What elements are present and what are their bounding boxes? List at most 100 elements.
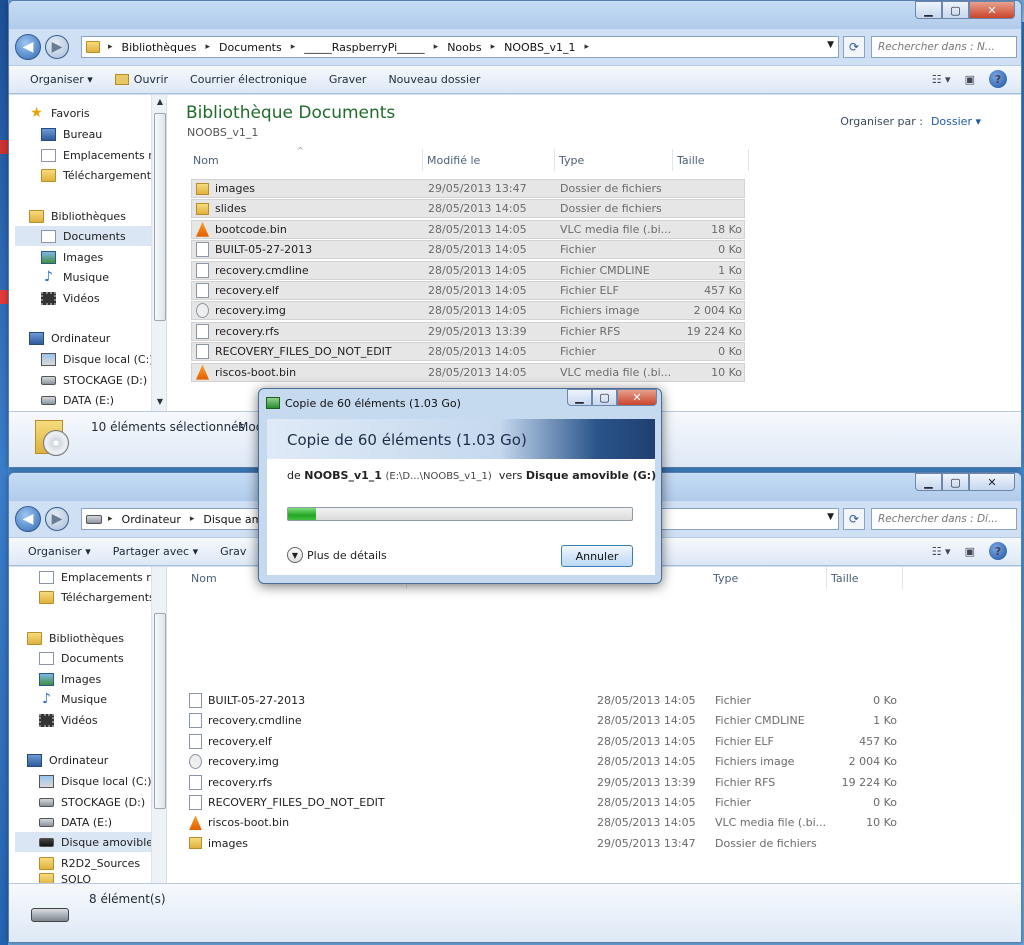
burn-button[interactable]: Grav — [220, 545, 246, 558]
nav-recent-places[interactable]: Emplacements ré — [41, 145, 166, 165]
nav-documents[interactable]: Documents — [39, 648, 166, 668]
table-row[interactable]: recovery.img 28/05/2013 14:05 Fichiers ima… — [185, 752, 905, 771]
nav-storage-drive[interactable]: STOCKAGE (D:) — [41, 370, 166, 390]
nav-desktop[interactable]: Bureau — [41, 124, 166, 144]
organize-button[interactable]: Organiser ▾ — [30, 73, 93, 86]
table-row[interactable]: images 29/05/2013 13:47 Dossier de fichier… — [185, 834, 905, 853]
back-button[interactable]: ◀ — [15, 34, 41, 60]
table-row[interactable]: recovery.cmdline 28/05/2013 14:05 Fichier … — [185, 711, 905, 730]
arrange-by-dropdown[interactable]: Dossier ▾ — [931, 115, 981, 128]
view-options-icon[interactable]: ☷ ▾ — [932, 73, 951, 86]
table-row[interactable]: recovery.elf 28/05/2013 14:05 Fichier ELF 4… — [191, 281, 745, 300]
table-row[interactable]: RECOVERY_FILES_DO_NOT_EDIT 28/05/2013 14:… — [185, 793, 905, 812]
breadcrumb-item[interactable]: Bibliothèques — [122, 41, 197, 54]
nav-music[interactable]: ♪ Musique — [41, 267, 166, 287]
destination-link[interactable]: Disque amovible (G:) — [526, 469, 656, 482]
help-icon[interactable]: ? — [989, 70, 1007, 88]
nav-images[interactable]: Images — [41, 247, 166, 267]
nav-libraries[interactable]: Bibliothèques — [29, 206, 166, 226]
nav-scrollbar[interactable] — [151, 567, 166, 883]
nav-videos[interactable]: Vidéos — [39, 710, 166, 730]
table-row[interactable]: slides 28/05/2013 14:05 Dossier de fichier… — [191, 199, 745, 219]
refresh-button[interactable]: ⟳ — [843, 508, 865, 530]
forward-button[interactable]: ▶ — [45, 507, 69, 531]
search-input[interactable]: Rechercher dans : Di... — [871, 508, 1017, 530]
preview-pane-icon[interactable]: ▣ — [965, 73, 975, 86]
nav-local-disk[interactable]: Disque local (C:) — [39, 771, 166, 791]
share-with-button[interactable]: Partager avec ▾ — [113, 545, 198, 558]
nav-r2d2-sources[interactable]: R2D2_Sources — [39, 853, 166, 873]
column-header-size[interactable]: Taille — [673, 149, 749, 171]
nav-images[interactable]: Images — [39, 669, 166, 689]
table-row[interactable]: bootcode.bin 28/05/2013 14:05 VLC media fi… — [191, 219, 745, 239]
nav-computer[interactable]: Ordinateur — [27, 750, 166, 770]
column-header-size[interactable]: Taille — [827, 567, 903, 589]
source-folder-link[interactable]: NOOBS_v1_1 — [304, 469, 382, 482]
breadcrumb-item[interactable]: _____RaspberryPi_____ — [304, 41, 424, 54]
column-header-modified[interactable]: Modifié le — [423, 149, 555, 171]
chevron-right-icon[interactable]: ▸ — [434, 42, 439, 52]
nav-favorites[interactable]: ★ Favoris — [29, 103, 166, 123]
column-header-type[interactable]: Type — [555, 149, 673, 171]
breadcrumb-item[interactable]: Noobs — [447, 41, 481, 54]
nav-scrollbar[interactable]: ▲ ▼ — [151, 95, 166, 411]
column-header-name[interactable]: Nom ^ — [189, 146, 423, 171]
preview-pane-icon[interactable]: ▣ — [965, 545, 975, 558]
nav-local-disk[interactable]: Disque local (C:) — [41, 349, 166, 369]
nav-removable-disk[interactable]: Disque amovible — [15, 832, 151, 852]
table-row[interactable]: BUILT-05-27-2013 28/05/2013 14:05 Fichier 0… — [185, 691, 905, 710]
nav-downloads[interactable]: Téléchargements — [41, 165, 166, 185]
table-row[interactable]: RECOVERY_FILES_DO_NOT_EDIT 28/05/2013 14:… — [191, 342, 745, 362]
table-row[interactable]: recovery.rfs 29/05/2013 13:39 Fichier RFS 1… — [191, 321, 745, 341]
close-button[interactable]: ✕ — [617, 389, 657, 406]
minimize-button[interactable]: ▁ — [915, 1, 942, 19]
nav-storage-drive[interactable]: STOCKAGE (D:) — [39, 792, 166, 812]
nav-data-drive[interactable]: DATA (E:) — [39, 812, 166, 832]
chevron-down-icon[interactable]: ▼ — [827, 512, 834, 522]
chevron-right-icon[interactable]: ▸ — [291, 42, 296, 52]
minimize-button[interactable]: ▁ — [567, 389, 592, 406]
organize-button[interactable]: Organiser ▾ — [28, 545, 91, 558]
nav-documents[interactable]: Documents — [15, 226, 151, 246]
scroll-up-icon[interactable]: ▲ — [152, 97, 166, 106]
refresh-button[interactable]: ⟳ — [843, 36, 865, 58]
breadcrumb-item[interactable]: Documents — [219, 41, 282, 54]
scroll-down-icon[interactable]: ▼ — [152, 397, 166, 406]
title-bar[interactable]: ▁ ▢ ✕ — [9, 1, 1021, 29]
forward-button[interactable]: ▶ — [45, 35, 69, 59]
nav-solo[interactable]: SOLO — [39, 873, 166, 883]
help-icon[interactable]: ? — [989, 542, 1007, 560]
address-bar[interactable]: ▸ Bibliothèques ▸ Documents ▸ _____Raspber… — [81, 36, 839, 58]
nav-computer[interactable]: Ordinateur — [29, 328, 166, 348]
maximize-button[interactable]: ▢ — [942, 1, 969, 19]
close-button[interactable]: ✕ — [969, 473, 1015, 491]
nav-libraries[interactable]: Bibliothèques — [27, 628, 166, 648]
more-details-toggle[interactable]: ▼ Plus de détails — [287, 547, 387, 563]
close-button[interactable]: ✕ — [969, 1, 1015, 19]
maximize-button[interactable]: ▢ — [942, 473, 969, 491]
nav-downloads[interactable]: Téléchargements — [39, 587, 166, 607]
table-row[interactable]: recovery.rfs 29/05/2013 13:39 Fichier RFS 1… — [185, 773, 905, 792]
back-button[interactable]: ◀ — [15, 506, 41, 532]
email-button[interactable]: Courrier électronique — [190, 73, 307, 86]
new-folder-button[interactable]: Nouveau dossier — [388, 73, 480, 86]
chevron-right-icon[interactable]: ▸ — [190, 514, 195, 524]
nav-recent-places[interactable]: Emplacements ré — [39, 567, 166, 587]
breadcrumb-item[interactable]: NOOBS_v1_1 — [504, 41, 575, 54]
chevron-right-icon[interactable]: ▸ — [491, 42, 496, 52]
table-row[interactable]: BUILT-05-27-2013 28/05/2013 14:05 Fichier 0… — [191, 240, 745, 260]
chevron-right-icon[interactable]: ▸ — [205, 42, 210, 52]
nav-videos[interactable]: Vidéos — [41, 288, 166, 308]
view-options-icon[interactable]: ☷ ▾ — [932, 545, 951, 558]
minimize-button[interactable]: ▁ — [915, 473, 942, 491]
burn-button[interactable]: Graver — [329, 73, 367, 86]
breadcrumb-item[interactable]: Ordinateur — [122, 513, 181, 526]
maximize-button[interactable]: ▢ — [592, 389, 617, 406]
scroll-thumb[interactable] — [154, 613, 166, 809]
table-row[interactable]: recovery.img 28/05/2013 14:05 Fichiers ima… — [191, 301, 745, 321]
table-row[interactable]: riscos-boot.bin 28/05/2013 14:05 VLC media… — [185, 813, 905, 832]
open-button[interactable]: Ouvrir — [114, 73, 168, 86]
cancel-button[interactable]: Annuler — [561, 545, 633, 567]
nav-data-drive[interactable]: DATA (E:) — [41, 390, 166, 410]
search-input[interactable]: Rechercher dans : N... — [871, 36, 1017, 58]
